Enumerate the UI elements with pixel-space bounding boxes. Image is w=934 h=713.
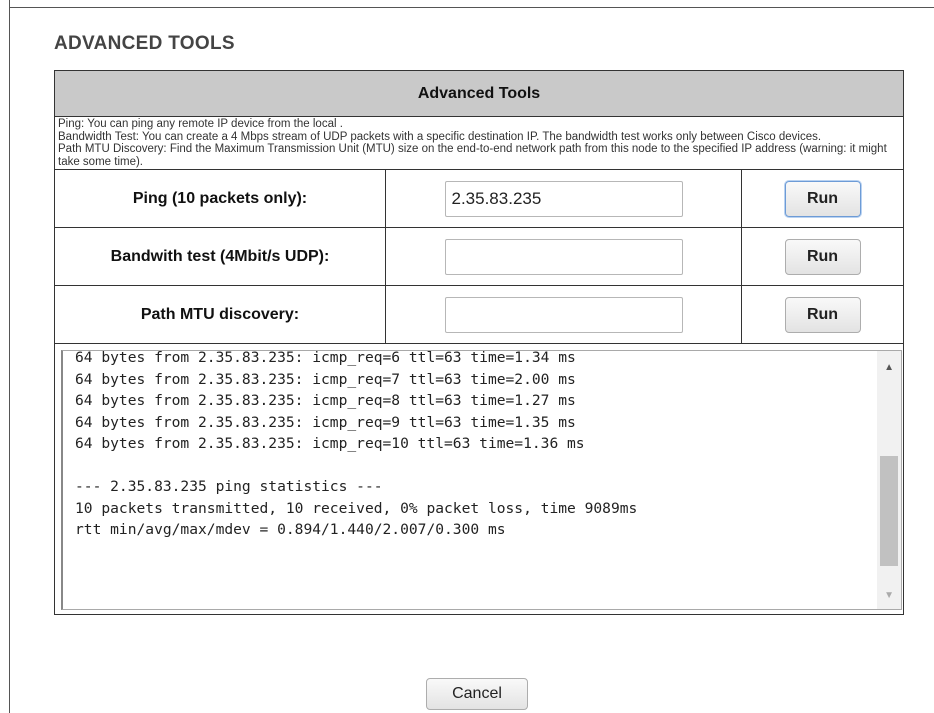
scrollbar-thumb[interactable]	[880, 456, 899, 566]
page-title: ADVANCED TOOLS	[54, 33, 235, 54]
ping-run-cell: Run	[740, 169, 905, 228]
output-line: --- 2.35.83.235 ping statistics ---	[75, 478, 383, 495]
ping-label: Ping (10 packets only):	[54, 169, 386, 228]
ping-run-button[interactable]: Run	[784, 180, 861, 217]
output-cell: 64 bytes from 2.35.83.235: icmp_req=6 tt…	[53, 343, 905, 615]
mtu-run-button[interactable]: Run	[784, 296, 861, 333]
output-line: 64 bytes from 2.35.83.235: icmp_req=10 t…	[75, 435, 585, 452]
ping-input-cell	[385, 169, 742, 228]
bandwidth-row: Bandwith test (4Mbit/s UDP): Run	[54, 227, 905, 286]
output-line: 64 bytes from 2.35.83.235: icmp_req=7 tt…	[75, 370, 576, 388]
output-line: 64 bytes from 2.35.83.235: icmp_req=9 tt…	[75, 413, 576, 431]
mtu-row: Path MTU discovery: Run	[54, 285, 905, 344]
arrow-up-icon[interactable]: ▲	[877, 361, 901, 375]
window-frame-top	[9, 7, 934, 8]
window-frame-left	[9, 0, 10, 713]
output-text: 64 bytes from 2.35.83.235: icmp_req=6 tt…	[75, 350, 873, 541]
mtu-description: Path MTU Discovery: Find the Maximum Tra…	[58, 143, 887, 168]
output-scrollbar[interactable]: ▲ ▼	[877, 351, 902, 609]
bandwidth-description: Bandwidth Test: You can create a 4 Mbps …	[58, 130, 822, 143]
bandwidth-label: Bandwith test (4Mbit/s UDP):	[54, 227, 386, 286]
advanced-tools-table: Advanced Tools Ping: You can ping any re…	[53, 70, 905, 615]
ping-ip-input[interactable]	[444, 180, 683, 217]
panel-description: Ping: You can ping any remote IP device …	[53, 116, 905, 170]
mtu-run-cell: Run	[740, 285, 905, 344]
mtu-label: Path MTU discovery:	[54, 285, 386, 344]
output-line: 10 packets transmitted, 10 received, 0% …	[75, 499, 638, 517]
ping-row: Ping (10 packets only): Run	[54, 169, 905, 228]
mtu-ip-input[interactable]	[444, 296, 683, 333]
output-line: 64 bytes from 2.35.83.235: icmp_req=6 tt…	[75, 350, 576, 366]
bandwidth-ip-input[interactable]	[444, 238, 683, 275]
cancel-button[interactable]: Cancel	[426, 678, 528, 710]
bandwidth-input-cell	[385, 227, 742, 286]
output-line: rtt min/avg/max/mdev = 0.894/1.440/2.007…	[75, 521, 506, 538]
ping-description: Ping: You can ping any remote IP device …	[58, 118, 343, 130]
output-textarea[interactable]: 64 bytes from 2.35.83.235: icmp_req=6 tt…	[61, 350, 903, 610]
arrow-down-icon[interactable]: ▼	[877, 589, 901, 603]
output-line: 64 bytes from 2.35.83.235: icmp_req=8 tt…	[75, 392, 576, 409]
panel-header: Advanced Tools	[53, 70, 905, 117]
bandwidth-run-button[interactable]: Run	[784, 238, 861, 275]
mtu-input-cell	[385, 285, 742, 344]
bandwidth-run-cell: Run	[740, 227, 905, 286]
